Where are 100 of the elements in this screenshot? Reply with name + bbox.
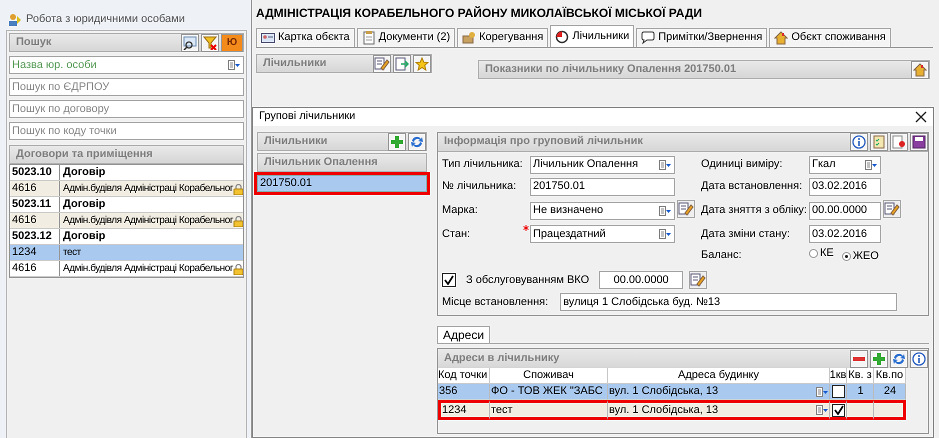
table-cell: 4616 [10, 213, 60, 228]
table-cell-text: вул. 1 Слобідська, 13 [609, 385, 720, 398]
checkbox-label: З обслуговуванням ВКО [466, 274, 590, 287]
organization-title: АДМІНІСТРАЦІЯ КОРАБЕЛЬНОГО РАЙОНУ МИКОЛАЇВСЬКОЇ МІСЬКОЇ РАДИ [256, 6, 703, 22]
tab[interactable]: Документи (2) [356, 28, 456, 47]
favorite-button[interactable] [413, 54, 431, 72]
checkbox[interactable] [832, 404, 845, 417]
tab[interactable]: Адреси [437, 326, 490, 344]
dropdown-field[interactable]: Не визначено [530, 202, 675, 220]
tab[interactable]: Лічильники [550, 25, 634, 47]
tab[interactable]: Картка обєкта [256, 28, 355, 47]
dropdown-field[interactable]: Працездатний [530, 225, 675, 244]
list-item[interactable]: 201750.01 [257, 175, 427, 192]
window-title: Робота з юридичними особами [26, 13, 185, 27]
radio-button[interactable]: ЖЕО [842, 250, 879, 264]
input-field[interactable]: 03.02.2016 [809, 178, 881, 196]
tab[interactable]: Обєкт споживання [769, 28, 891, 47]
dropdown-icon[interactable] [816, 386, 829, 398]
plus-icon [872, 352, 886, 366]
record-icon [892, 135, 906, 149]
section-header: Інформація про груповий лічильник [444, 135, 644, 149]
speech-bubble-icon [641, 31, 656, 45]
input-field[interactable]: вулиця 1 Слобідська буд. №13 [560, 293, 897, 312]
checkbox[interactable] [442, 273, 456, 288]
edit-button[interactable] [373, 54, 391, 72]
dropdown-icon[interactable] [816, 404, 829, 416]
table-row[interactable]: 1234 тест [10, 245, 243, 261]
table-cell: тест [490, 400, 608, 420]
record-button[interactable] [890, 133, 908, 151]
checklist-button[interactable] [870, 133, 888, 151]
field-label: Дата зняття з обліку: [700, 204, 808, 218]
dropdown-field[interactable]: Лічильник Опалення [530, 156, 675, 174]
table-cell: Договір [63, 166, 106, 180]
pencil-icon [690, 272, 706, 288]
input-field[interactable]: 00.00.0000 [809, 202, 881, 220]
table-row[interactable]: 4616 Адмін.будівля Адміністраці Корабельног [10, 261, 243, 277]
edit-button[interactable] [883, 200, 901, 218]
search-button[interactable] [181, 34, 199, 52]
delete-button[interactable] [850, 350, 868, 368]
edit-button[interactable] [689, 271, 708, 290]
search-field[interactable]: Пошук по договору [9, 100, 244, 118]
dropdown-field[interactable]: Гкал [809, 156, 881, 174]
table-cell: Договір [63, 230, 106, 244]
column-header: Адреса будинку [608, 368, 830, 384]
search-field[interactable]: Пошук по ЄДРПОУ [9, 78, 244, 96]
close-icon[interactable] [915, 111, 927, 123]
field-label: Дата зміни стану: [700, 228, 791, 241]
search-field[interactable]: Пошук по коду точки [9, 122, 244, 140]
field-label: Стан: [442, 228, 472, 241]
field-label: Марка: [442, 204, 479, 218]
edit-button[interactable] [677, 200, 695, 218]
column-header: Кв. з [847, 368, 874, 384]
star-icon [415, 56, 429, 70]
gauge-icon [555, 30, 570, 44]
table-row[interactable]: 4616 Адмін.будівля Адміністраці Корабельног [10, 181, 243, 197]
section-header: Пошук [16, 36, 52, 50]
table-cell: 356 [438, 384, 490, 400]
legal-entity-button[interactable]: Ю [221, 34, 243, 52]
section-header: Договори та приміщення [16, 148, 154, 162]
radio-circle[interactable] [842, 252, 851, 262]
tab[interactable]: Корегування [457, 28, 548, 47]
export-button[interactable] [393, 54, 411, 72]
dropdown-icon[interactable] [228, 59, 241, 71]
checkbox[interactable] [832, 385, 845, 398]
house-icon [774, 31, 788, 45]
table-cell: 1234 [10, 245, 60, 260]
table-cell: 24 [874, 384, 906, 400]
table-cell: Адмін.будівля Адміністраці Корабельног [63, 214, 234, 226]
tab[interactable]: Примітки/Звернення [636, 28, 768, 47]
pencil-icon [374, 56, 390, 72]
save-button[interactable] [910, 133, 928, 151]
field-label: Тип лічильника: [442, 158, 524, 172]
add-button[interactable] [388, 132, 406, 150]
input-field[interactable]: 03.02.2016 [809, 225, 881, 244]
input-field[interactable]: 00.00.0000 [599, 271, 684, 290]
dropdown-icon[interactable] [659, 228, 672, 240]
info-button[interactable] [850, 133, 868, 151]
dropdown-icon[interactable] [865, 159, 878, 171]
section-header: Лічильники [264, 134, 328, 148]
search-icon [183, 36, 197, 50]
card-icon [261, 31, 275, 45]
table-cell: 4616 [10, 181, 60, 196]
section-header: Показники по лічильнику Опалення 201750.01 [485, 62, 738, 76]
input-field[interactable]: 201750.01 [530, 178, 675, 196]
table-row[interactable]: 4616 Адмін.будівля Адміністраці Корабельног [10, 213, 243, 229]
pencil-icon [678, 201, 694, 217]
dropdown-icon[interactable] [659, 159, 672, 171]
info-button[interactable] [910, 350, 928, 368]
radio-button[interactable]: КЕ [809, 247, 834, 260]
search-field[interactable]: Назва юр. особи [9, 56, 244, 74]
column-header: Кв.по [874, 368, 906, 384]
add-button[interactable] [870, 350, 888, 368]
info-icon [852, 135, 866, 149]
radio-circle[interactable] [809, 249, 818, 258]
clear-filter-button[interactable] [201, 34, 219, 52]
table-cell: 5023.10 [10, 165, 60, 180]
dropdown-icon[interactable] [659, 204, 672, 217]
info-icon [912, 352, 926, 366]
column-header: Код точки [438, 368, 490, 384]
table-cell [874, 400, 906, 420]
